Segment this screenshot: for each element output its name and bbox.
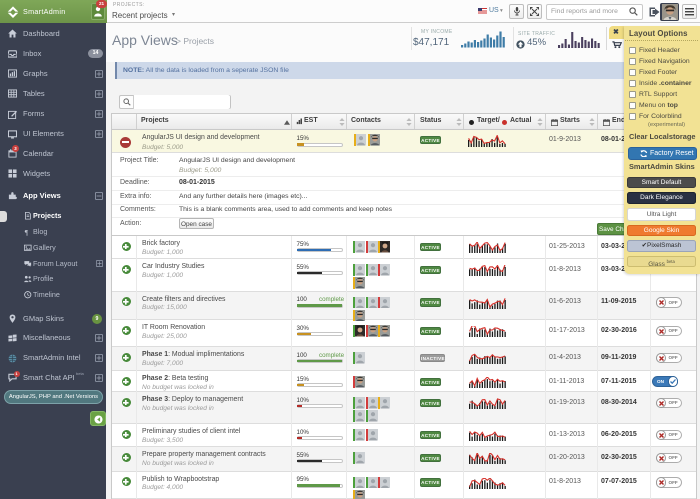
svg-text:¶: ¶	[25, 228, 29, 236]
